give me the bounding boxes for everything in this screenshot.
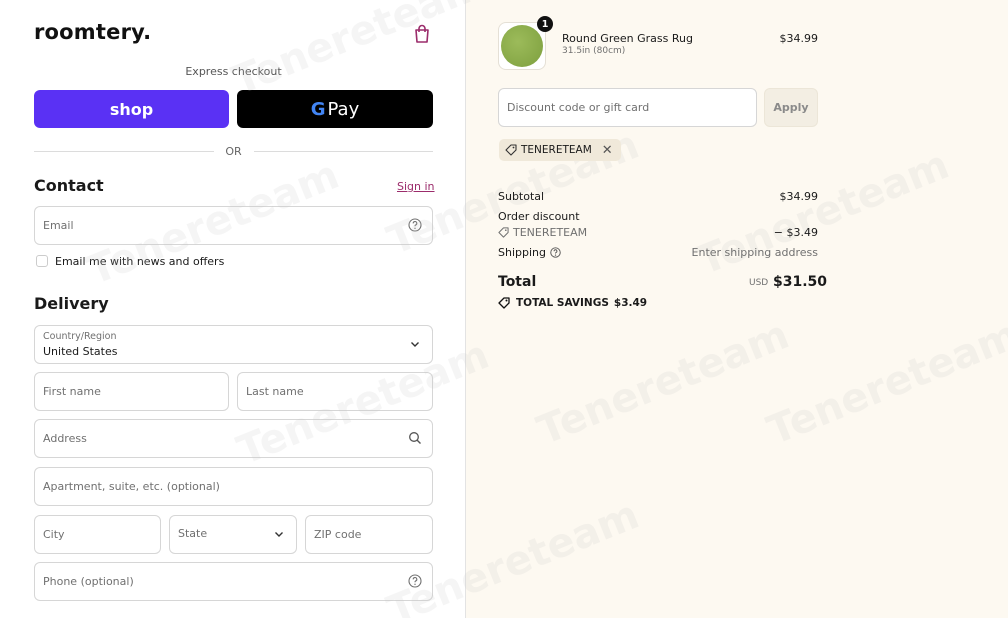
express-checkout-label: Express checkout: [185, 65, 282, 78]
phone-placeholder: Phone (optional): [43, 575, 134, 588]
shop-pay-label: shop: [109, 99, 154, 119]
subtotal-label: Subtotal: [498, 190, 545, 203]
total-value: $31.50: [773, 274, 828, 290]
total-savings: TOTAL SAVINGS $3.49: [498, 297, 647, 309]
rug-image: [501, 25, 543, 67]
discount-code-row: TENERETEAM − $3.49: [498, 226, 818, 241]
quantity-badge: 1: [537, 16, 553, 32]
newsletter-label: Email me with news and offers: [55, 255, 225, 268]
help-icon[interactable]: [408, 574, 422, 588]
zip-placeholder: ZIP code: [314, 528, 362, 541]
email-placeholder: Email: [43, 219, 74, 232]
contact-heading: Contact: [34, 176, 104, 195]
store-logo[interactable]: roomtery.: [34, 20, 151, 44]
subtotal-value: $34.99: [779, 190, 819, 203]
discount-value: − $3.49: [773, 226, 818, 239]
product-variant: 31.5in (80cm): [562, 46, 626, 56]
google-pay-button[interactable]: G Pay: [237, 90, 433, 128]
first-name-field[interactable]: First name: [34, 372, 229, 411]
tag-icon: [498, 227, 509, 238]
email-field[interactable]: Email: [34, 206, 433, 245]
shopping-bag-icon[interactable]: [413, 24, 431, 44]
country-label: Country/Region: [43, 331, 117, 342]
tag-icon: [505, 144, 517, 156]
product-name: Round Green Grass Rug: [562, 32, 693, 45]
shipping-label-group: Shipping: [498, 246, 561, 259]
address-placeholder: Address: [43, 432, 87, 445]
apartment-field[interactable]: Apartment, suite, etc. (optional): [34, 467, 433, 506]
google-pay-label: Pay: [327, 98, 360, 120]
discount-placeholder: Discount code or gift card: [507, 101, 650, 114]
last-name-field[interactable]: Last name: [237, 372, 433, 411]
or-text: OR: [225, 145, 242, 158]
discount-code-text: TENERETEAM: [513, 226, 588, 239]
state-select[interactable]: State: [169, 515, 297, 554]
help-icon[interactable]: [408, 218, 422, 232]
applied-discount-chip: TENERETEAM ✕: [499, 139, 621, 161]
sign-in-link[interactable]: Sign in: [397, 180, 435, 193]
country-value: United States: [43, 345, 118, 358]
chevron-down-icon: [275, 532, 283, 537]
order-discount-label: Order discount: [498, 210, 580, 223]
remove-discount-icon[interactable]: ✕: [602, 143, 613, 158]
city-placeholder: City: [43, 528, 65, 541]
order-discount-row: Order discount: [498, 210, 818, 223]
country-select[interactable]: Country/Region United States: [34, 325, 433, 364]
savings-value: $3.49: [613, 297, 648, 309]
apartment-placeholder: Apartment, suite, etc. (optional): [43, 480, 220, 493]
chevron-down-icon: [411, 342, 419, 347]
google-g-icon: G: [310, 98, 326, 120]
help-icon[interactable]: [550, 247, 561, 258]
product-price: $34.99: [779, 32, 819, 45]
shipping-row: Shipping Enter shipping address: [498, 246, 818, 259]
address-field[interactable]: Address: [34, 419, 433, 458]
or-divider: OR: [34, 145, 433, 159]
applied-code-text: TENERETEAM: [521, 144, 592, 156]
phone-field[interactable]: Phone (optional): [34, 562, 433, 601]
last-name-placeholder: Last name: [246, 385, 304, 398]
city-field[interactable]: City: [34, 515, 161, 554]
discount-code-line: TENERETEAM: [498, 226, 587, 239]
total-currency: USD: [749, 278, 769, 288]
newsletter-checkbox[interactable]: [36, 255, 48, 267]
shipping-label: Shipping: [498, 246, 546, 259]
apply-discount-button[interactable]: Apply: [764, 88, 818, 127]
subtotal-row: Subtotal $34.99: [498, 190, 818, 203]
delivery-heading: Delivery: [34, 294, 109, 313]
zip-field[interactable]: ZIP code: [305, 515, 433, 554]
total-label: Total: [498, 274, 537, 290]
shop-pay-button[interactable]: shop: [34, 90, 229, 128]
savings-label: TOTAL SAVINGS: [516, 297, 609, 309]
discount-code-input[interactable]: Discount code or gift card: [498, 88, 757, 127]
search-icon: [409, 432, 421, 444]
first-name-placeholder: First name: [43, 385, 101, 398]
savings-tag-icon: [498, 297, 510, 309]
state-placeholder: State: [178, 527, 208, 540]
shipping-value: Enter shipping address: [691, 246, 818, 259]
checkout-form-panel: roomtery. Express checkout shop G Pay OR…: [0, 0, 466, 618]
